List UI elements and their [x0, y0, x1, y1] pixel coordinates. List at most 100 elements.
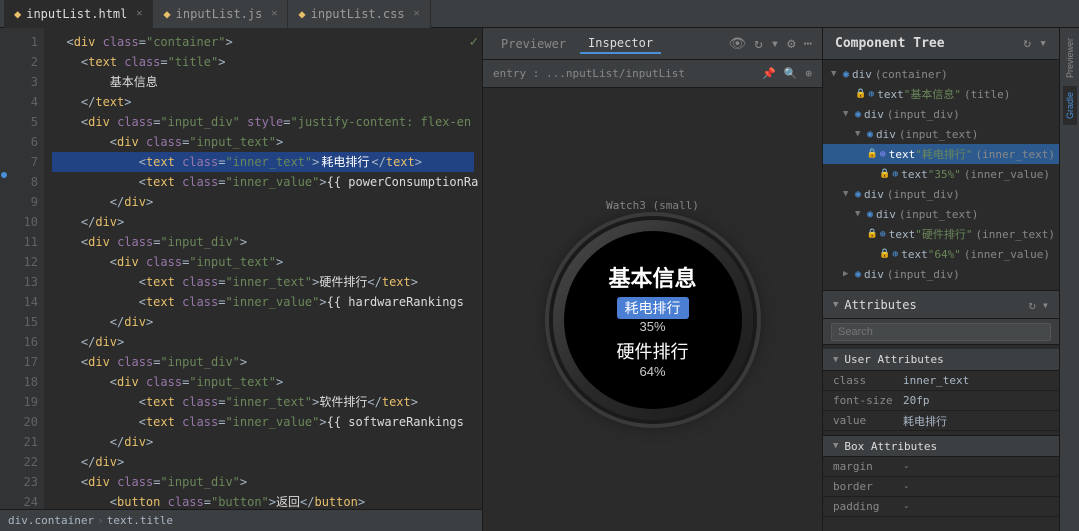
attr-key-value: value	[833, 414, 903, 427]
lock-icon-9: 🔒	[879, 249, 890, 259]
more-icon[interactable]: ⋯	[804, 36, 812, 52]
user-attr-header[interactable]: ▼ User Attributes	[823, 349, 1059, 371]
tab-js[interactable]: ◆ inputList.js ✕	[153, 0, 288, 28]
tab-html-close[interactable]: ✕	[136, 8, 142, 19]
attr-val-class: inner_text	[903, 374, 969, 387]
component-tree[interactable]: ▼ ◉ div (container) 🔒 ⊕ text "基本信息" (tit…	[823, 60, 1059, 290]
refresh-tree-icon[interactable]: ↻	[1023, 36, 1031, 51]
collapse-icon[interactable]: ▾	[1039, 36, 1047, 51]
code-line-19: <text class="inner_text">软件排行</text>	[52, 392, 474, 412]
box-attr-arrow: ▼	[833, 441, 838, 451]
attr-row-fontsize: font-size 20fp	[823, 391, 1059, 411]
box-val-margin: -	[903, 460, 910, 473]
tab-css-label: inputList.css	[311, 7, 405, 21]
zoom-in-icon[interactable]: ⊕	[805, 67, 812, 80]
preview-content: Watch3 (small) 基本信息 耗电排行 35% 硬件排行 64%	[483, 88, 822, 531]
tree-node-icon-2: ◉	[855, 109, 861, 120]
code-line-3: 基本信息	[52, 72, 474, 92]
tab-js-close[interactable]: ✕	[271, 8, 277, 19]
box-attr-row-padding: padding -	[823, 497, 1059, 517]
line-numbers: 12345 678910 1112131415 1617181920 21222…	[8, 28, 44, 509]
box-val-padding: -	[903, 500, 910, 513]
refresh-attrs-icon[interactable]: ↻	[1029, 298, 1036, 312]
user-attr-title: User Attributes	[844, 353, 943, 366]
search-bar	[823, 319, 1059, 345]
tab-css-close[interactable]: ✕	[414, 8, 420, 19]
tree-arrow-3: ▼	[855, 129, 867, 139]
settings-icon[interactable]: ⚙	[787, 36, 795, 52]
tree-item-0[interactable]: ▼ ◉ div (container)	[823, 64, 1059, 84]
tab-html[interactable]: ◆ inputList.html ✕	[4, 0, 153, 28]
gradle-sidebar-btn[interactable]: Gradle	[1063, 86, 1077, 125]
watch-title: 基本信息	[608, 261, 696, 293]
breadcrumb-container[interactable]: div.container	[8, 514, 94, 527]
checkmark-icon: ✓	[470, 32, 478, 52]
html-file-icon: ◆	[14, 7, 21, 21]
code-line-17: <div class="input_div">	[52, 352, 474, 372]
search-input[interactable]	[831, 323, 1051, 341]
tree-item-name-6: div	[864, 188, 884, 201]
tree-item-4[interactable]: 🔒 ⊕ text "耗电排行" (inner_text)	[823, 144, 1059, 164]
box-attr-row-margin: margin -	[823, 457, 1059, 477]
attr-key-class: class	[833, 374, 903, 387]
tree-node-icon-3: ◉	[867, 129, 873, 140]
refresh-icon[interactable]: ↻	[754, 36, 762, 52]
breadcrumb: div.container › text.title	[0, 509, 482, 531]
tab-inspector[interactable]: Inspector	[580, 34, 661, 54]
tree-node-icon-0: ◉	[843, 69, 849, 80]
wifi-icon[interactable]: ▾	[771, 36, 779, 52]
tree-item-type-4: (inner_text)	[976, 148, 1055, 161]
zoom-out-icon[interactable]: 🔍	[784, 67, 798, 80]
tree-item-3[interactable]: ▼ ◉ div (input_text)	[823, 124, 1059, 144]
tree-item-name-4: text	[889, 148, 916, 161]
tree-arrow-5	[867, 169, 879, 179]
code-line-20: <text class="inner_value">{{ softwareRan…	[52, 412, 474, 432]
tree-item-name-1: text	[877, 88, 904, 101]
tree-item-7[interactable]: ▼ ◉ div (input_text)	[823, 204, 1059, 224]
tree-node-icon-4: ⊕	[880, 149, 886, 160]
attributes-section: ▼ Attributes ↻ ▾ ▼ User Attributes class…	[823, 290, 1059, 517]
lock-icon-4: 🔒	[867, 149, 878, 159]
user-attributes: ▼ User Attributes class inner_text font-…	[823, 345, 1059, 435]
box-attr-title: Box Attributes	[844, 440, 937, 453]
device-label: Watch3 (small)	[606, 199, 699, 212]
tree-arrow-7: ▼	[855, 209, 867, 219]
tree-item-name-10: div	[864, 268, 884, 281]
attributes-title: Attributes	[844, 298, 916, 312]
eye-icon[interactable]: 👁	[728, 36, 746, 52]
code-line-24: <button class="button">返回</button>	[52, 492, 474, 509]
tree-item-quoted-8: "硬件排行"	[915, 226, 972, 242]
tree-arrow-4	[857, 149, 866, 159]
code-line-5: <div class="input_div" style="justify-co…	[52, 112, 474, 132]
breadcrumb-title[interactable]: text.title	[107, 514, 173, 527]
section-collapse-icon: ▼	[833, 300, 838, 310]
tree-item-10[interactable]: ▶ ◉ div (input_div)	[823, 264, 1059, 284]
pin-icon[interactable]: 📌	[762, 67, 776, 80]
tab-css[interactable]: ◆ inputList.css ✕	[288, 0, 430, 28]
watch-item2-value: 64%	[639, 364, 665, 379]
tree-node-icon-9: ⊕	[892, 249, 898, 260]
tree-node-icon-1: ⊕	[868, 89, 874, 100]
tree-item-type-1: (title)	[964, 88, 1010, 101]
attributes-header[interactable]: ▼ Attributes ↻ ▾	[823, 291, 1059, 319]
component-tree-title: Component Tree	[835, 36, 945, 51]
gutter	[0, 28, 8, 509]
tree-item-6[interactable]: ▼ ◉ div (input_div)	[823, 184, 1059, 204]
tree-item-5[interactable]: 🔒 ⊕ text "35%" (inner_value)	[823, 164, 1059, 184]
tree-item-8[interactable]: 🔒 ⊕ text "硬件排行" (inner_text)	[823, 224, 1059, 244]
code-line-9: </div>	[52, 192, 474, 212]
tree-item-2[interactable]: ▼ ◉ div (input_div)	[823, 104, 1059, 124]
watch-item1-label: 耗电排行	[617, 297, 689, 319]
box-attr-header[interactable]: ▼ Box Attributes	[823, 435, 1059, 457]
code-area[interactable]: ✓ <div class="container"> <text class="t…	[44, 28, 482, 509]
previewer-sidebar-btn[interactable]: Previewer	[1063, 32, 1077, 84]
addr-icons: 📌 🔍 ⊕	[762, 67, 812, 80]
lock-icon-5: 🔒	[879, 169, 890, 179]
tree-item-type-5: (inner_value)	[964, 168, 1050, 181]
inspector-icons: ↻ ▾	[1023, 36, 1047, 51]
tree-arrow-10: ▶	[843, 269, 855, 279]
tree-item-9[interactable]: 🔒 ⊕ text "64%" (inner_value)	[823, 244, 1059, 264]
tab-previewer[interactable]: Previewer	[493, 35, 574, 53]
tree-item-1[interactable]: 🔒 ⊕ text "基本信息" (title)	[823, 84, 1059, 104]
attrs-more-icon[interactable]: ▾	[1042, 298, 1049, 312]
